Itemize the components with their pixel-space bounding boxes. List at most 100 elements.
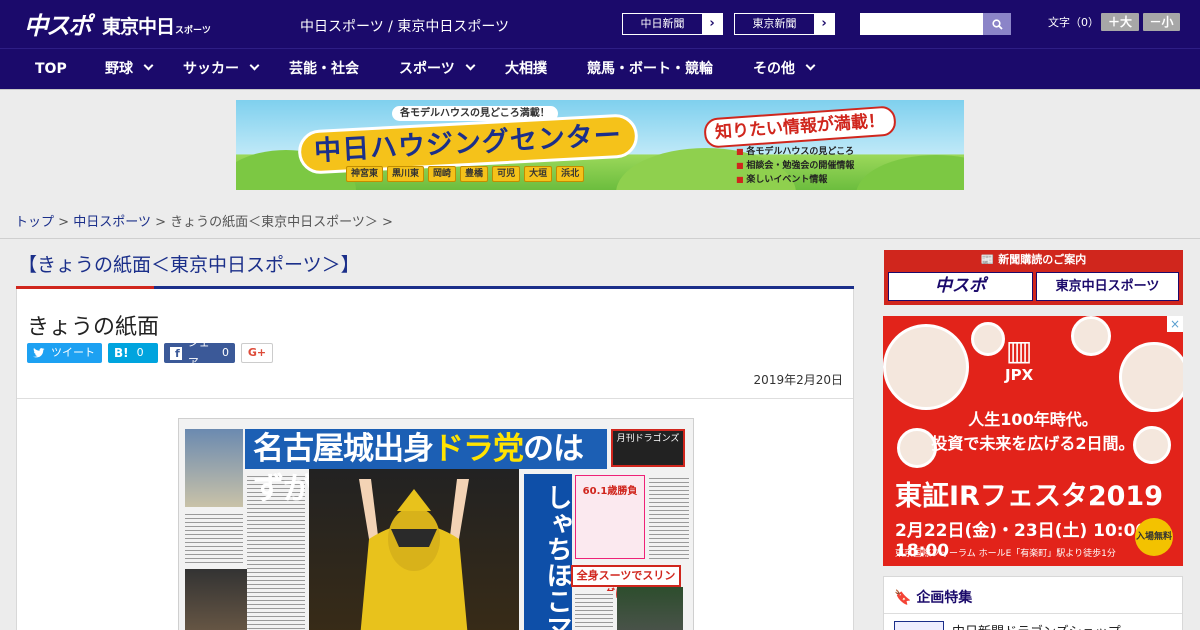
facebook-icon: f — [170, 346, 182, 360]
hatena-bookmark-button[interactable]: B! 0 — [108, 343, 158, 363]
subscribe-chuspo-button[interactable]: 中スポ — [888, 272, 1033, 301]
breadcrumb-section-link[interactable]: 中日スポーツ — [73, 215, 151, 230]
nav-item-label: スポーツ — [399, 61, 455, 77]
banner-hill — [856, 155, 964, 190]
facebook-share-button[interactable]: f シェア 0 — [164, 336, 235, 369]
newspaper-main-photo — [309, 469, 519, 630]
jpx-logo: ▥ JPX — [1005, 334, 1034, 385]
article-title: きょうの紙面 — [27, 315, 160, 340]
tokyo-shimbun-label: 東京新聞 — [752, 17, 797, 30]
search-input[interactable] — [860, 13, 983, 35]
ad-title: 東証IRフェスタ2019 — [895, 481, 1163, 512]
subscription-title-text: 新聞購読のご案内 — [998, 253, 1087, 266]
breadcrumb-current: きょうの紙面＜東京中日スポーツ＞ > — [170, 215, 393, 230]
jpx-ir-festa-ad[interactable]: ▥ JPX 人生100年時代。 投資で未来を広げる2日間。 東証IRフェスタ20… — [883, 316, 1183, 566]
nav-item-label: 大相撲 — [505, 61, 547, 77]
article-card: きょうの紙面 ツイート B! 0 f シェア 0 G+ 2019年2月20日 名… — [16, 289, 854, 630]
breadcrumb-home-link[interactable]: トップ — [15, 215, 54, 230]
subscription-title: 📰 新聞購読のご案内 — [884, 250, 1183, 270]
banner-info-item: 相談会・勉強会の開催情報 — [736, 158, 854, 171]
banner-city: 岡崎 — [428, 166, 457, 182]
headline-part: 名古屋城出身 — [253, 431, 434, 467]
banner-city: 黒川東 — [387, 166, 425, 182]
newspaper-icon: 📰 — [980, 253, 999, 266]
newspaper-dragons-logo: 月刊ドラゴンズ — [611, 429, 685, 467]
site-header: 中スポ 東京中日 スポーツ 中日スポーツ / 東京中日スポーツ 中日新聞 › 東… — [0, 0, 1200, 48]
bookmark-icon: 🔖 — [894, 590, 912, 606]
breadcrumb-separator: > — [155, 215, 166, 230]
feature-box: 🔖 企画特集 中日新聞ドラゴンズショップ — [883, 576, 1183, 630]
feature-heading: 🔖 企画特集 — [894, 587, 972, 607]
article-divider — [17, 398, 853, 399]
jpx-mark-icon: ▥ — [1005, 334, 1033, 367]
facebook-count: 0 — [222, 346, 229, 359]
ad-copy: 人生100年時代。 投資で未来を広げる2日間。 — [923, 408, 1143, 456]
newspaper-front-page-image[interactable]: 名古屋城出身ドラ党のはずが… 月刊ドラゴンズ しゃちほこマ 60.1歳勝負 全身… — [178, 418, 694, 630]
newspaper-photo-wrestling — [185, 569, 255, 630]
tweet-button[interactable]: ツイート — [27, 343, 102, 363]
nav-item-label: 芸能・社会 — [289, 61, 359, 77]
site-logo[interactable]: 中スポ 東京中日 スポーツ — [24, 8, 211, 40]
tokyo-shimbun-link[interactable]: 東京新聞 › — [734, 13, 835, 35]
banner-want-copy: 知りたい情報が満載！ — [703, 105, 897, 149]
breadcrumb-separator: > — [58, 215, 70, 230]
chevron-down-icon — [465, 60, 476, 71]
chevron-down-icon — [143, 60, 154, 71]
nav-item-sports[interactable]: スポーツ — [399, 49, 476, 89]
nav-divider — [0, 89, 1200, 90]
page-heading: 【きょうの紙面＜東京中日スポーツ＞】 — [18, 254, 360, 276]
nav-item-baseball[interactable]: 野球 — [105, 49, 154, 89]
subscribe-tokyo-chunichi-button[interactable]: 東京中日スポーツ — [1036, 272, 1179, 301]
font-bigger-button[interactable]: ＋大 — [1101, 13, 1139, 31]
banner-city: 豊橋 — [460, 166, 489, 182]
nav-item-keiba[interactable]: 競馬・ボート・競輪 — [587, 49, 713, 89]
breadcrumb: トップ > 中日スポーツ > きょうの紙面＜東京中日スポーツ＞ > — [15, 211, 393, 230]
ad-copy-line: 人生100年時代。 — [968, 410, 1098, 429]
banner-city: 可児 — [492, 166, 521, 182]
feature-divider — [884, 613, 1182, 614]
nav-item-other[interactable]: その他 — [753, 49, 816, 89]
jpx-brand: JPX — [1005, 366, 1034, 384]
nav-item-label: 競馬・ボート・競輪 — [587, 61, 713, 77]
feature-item-thumbnail[interactable] — [894, 621, 944, 630]
font-size-label: 文字（0） — [1048, 16, 1099, 29]
newspaper-vertical-headline: しゃちほこマ — [524, 474, 572, 630]
banner-city: 神宮東 — [346, 166, 384, 182]
banner-info-item: 各モデルハウスの見どころ — [736, 144, 854, 157]
nav-item-sumo[interactable]: 大相撲 — [505, 49, 547, 89]
nav-item-label: 野球 — [105, 61, 133, 77]
google-plus-button[interactable]: G+ — [241, 343, 273, 363]
tweet-label: ツイート — [51, 346, 95, 359]
ad-person-photo — [883, 324, 969, 410]
feature-title: 企画特集 — [916, 590, 973, 606]
feature-item-link[interactable]: 中日新聞ドラゴンズショップ — [952, 621, 1121, 630]
housing-center-banner-ad[interactable]: 各モデルハウスの見どころ満載！ 中日ハウジングセンター 神宮東 黒川東 岡崎 豊… — [236, 100, 964, 190]
nav-item-label: サッカー — [183, 61, 239, 77]
newspaper-red-band: 全身スーツでスリングに登場 — [571, 565, 681, 600]
ad-person-photo — [1071, 316, 1111, 356]
newspaper-photo-fan — [185, 429, 243, 507]
article-date: 2019年2月20日 — [753, 373, 843, 387]
font-smaller-button[interactable]: －小 — [1143, 13, 1180, 31]
chunichi-shimbun-label: 中日新聞 — [640, 17, 685, 30]
search-button[interactable] — [983, 13, 1011, 35]
nav-item-top[interactable]: TOP — [35, 49, 67, 89]
logo-chuspo: 中スポ — [24, 12, 92, 40]
newspaper-text-column — [185, 511, 243, 565]
hatena-count: 0 — [136, 346, 144, 359]
twitter-bird-icon — [33, 348, 45, 358]
chevron-right-icon: › — [702, 14, 722, 34]
nav-item-entertainment[interactable]: 芸能・社会 — [289, 49, 359, 89]
ad-close-icon[interactable]: × — [1167, 316, 1183, 332]
logo-sports: スポーツ — [175, 26, 211, 36]
facebook-share-label: シェア — [187, 336, 210, 369]
search-icon — [991, 18, 1003, 30]
newspaper-photo-ring — [617, 587, 683, 630]
ad-copy-line: 投資で未来を広げる2日間。 — [931, 434, 1135, 453]
nav-item-label: その他 — [753, 61, 795, 77]
nav-item-soccer[interactable]: サッカー — [183, 49, 260, 89]
site-name: 中日スポーツ / 東京中日スポーツ — [300, 19, 510, 35]
hatena-bookmark-icon: B! — [114, 346, 129, 360]
chunichi-shimbun-link[interactable]: 中日新聞 › — [622, 13, 723, 35]
chevron-down-icon — [805, 60, 816, 71]
